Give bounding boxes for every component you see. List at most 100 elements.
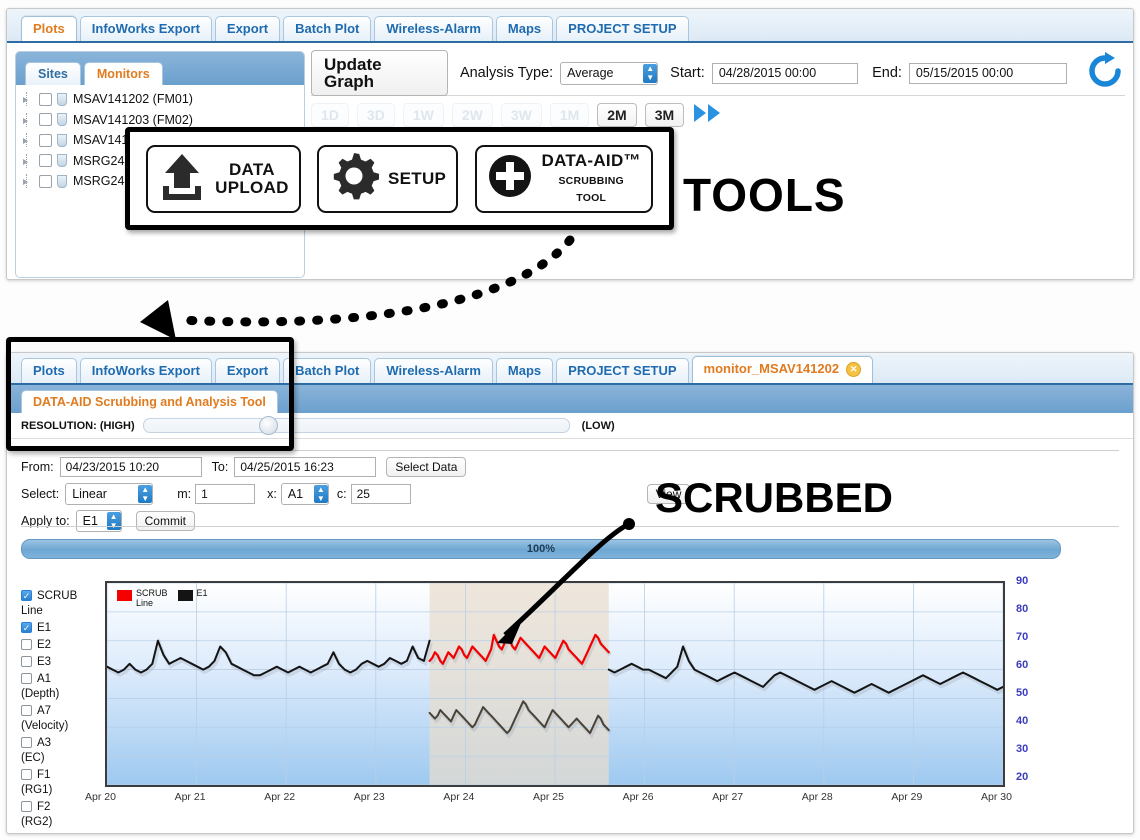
x-variable-dropdown[interactable]: A1 ▲ ▼ xyxy=(280,482,329,505)
x-tick-label: Apr 28 xyxy=(801,791,833,803)
start-date-input[interactable]: 04/28/2015 00:00 xyxy=(711,62,859,84)
progress-label: 100% xyxy=(526,543,556,555)
legend-label: SCRUB Line xyxy=(136,588,168,608)
series-checkbox[interactable] xyxy=(21,673,32,684)
select-data-button[interactable]: Select Data xyxy=(386,456,467,477)
series-row[interactable]: ✓ E1 xyxy=(21,619,105,636)
tab-project-setup[interactable]: PROJECT SETUP xyxy=(556,16,689,41)
series-checkbox[interactable] xyxy=(21,801,32,812)
series-checkbox[interactable]: ✓ xyxy=(21,622,32,633)
legend-swatch xyxy=(117,590,132,601)
series-label: E3 xyxy=(37,655,52,668)
series-checkbox[interactable]: ✓ xyxy=(21,590,32,601)
sidebar-tab-monitors[interactable]: Monitors xyxy=(83,61,163,85)
monitor-checkbox[interactable] xyxy=(39,113,52,127)
legend-swatch xyxy=(177,590,193,601)
select-label: Select: xyxy=(21,486,60,501)
series-row[interactable]: A1 xyxy=(21,670,105,687)
data-upload-tool-button[interactable]: DATA UPLOAD xyxy=(146,144,301,213)
to-input[interactable]: 04/25/2015 16:23 xyxy=(234,456,377,477)
tab-maps[interactable]: Maps xyxy=(495,16,554,41)
commit-button[interactable]: Commit xyxy=(135,510,195,531)
monitor-label: MSAV141202 (FM01) xyxy=(73,92,193,107)
series-checkbox[interactable] xyxy=(21,639,32,650)
tab-project-setup[interactable]: PROJECT SETUP xyxy=(556,358,689,383)
sidebar-tab-sites[interactable]: Sites xyxy=(25,61,81,85)
m-label: m: xyxy=(177,486,192,501)
monitor-checkbox[interactable] xyxy=(39,133,52,147)
expand-triangle-icon[interactable] xyxy=(22,92,37,107)
double-chevron-right-icon[interactable] xyxy=(692,101,726,130)
close-icon[interactable]: ✕ xyxy=(846,362,862,377)
x-variable-value: A1 xyxy=(287,486,304,501)
series-checkbox[interactable] xyxy=(21,769,32,780)
chevron-up-down-icon: ▲ ▼ xyxy=(643,63,658,83)
from-input[interactable]: 04/23/2015 10:20 xyxy=(59,456,202,477)
tab-batch-plot[interactable]: Batch Plot xyxy=(283,358,372,383)
expand-triangle-icon[interactable] xyxy=(22,174,37,189)
analysis-type-select[interactable]: Average ▲ ▼ xyxy=(560,61,659,85)
c-input[interactable]: 25 xyxy=(350,483,411,504)
expand-triangle-icon[interactable] xyxy=(22,133,37,148)
series-row[interactable]: F1 xyxy=(21,766,105,783)
x-tick-label: Apr 20 xyxy=(85,791,116,803)
series-checkbox[interactable] xyxy=(21,705,32,716)
monitor-tree-item[interactable]: MSAV141202 (FM01) xyxy=(22,89,304,110)
time-series-chart[interactable]: SCRUB Line E1 xyxy=(105,581,1005,787)
m-input[interactable]: 1 xyxy=(195,483,256,504)
range-button-1d[interactable]: 1D xyxy=(311,103,349,127)
select-type-dropdown[interactable]: Linear ▲ ▼ xyxy=(65,482,154,505)
chevron-up-down-icon: ▲ ▼ xyxy=(138,484,153,503)
x-tick-label: Apr 24 xyxy=(443,791,475,803)
x-tick-label: Apr 30 xyxy=(981,791,1012,803)
monitor-checkbox[interactable] xyxy=(39,92,52,106)
range-button-2m[interactable]: 2M xyxy=(597,103,637,127)
range-button-3w[interactable]: 3W xyxy=(500,103,542,127)
end-date-input[interactable]: 05/15/2015 00:00 xyxy=(908,62,1068,84)
monitor-checkbox[interactable] xyxy=(39,154,52,168)
series-row[interactable]: E3 xyxy=(21,653,105,670)
series-row[interactable]: A7 xyxy=(21,702,105,719)
tab-label: PROJECT SETUP xyxy=(568,363,677,378)
series-row[interactable]: ✓ SCRUB xyxy=(21,587,105,604)
expand-triangle-icon[interactable] xyxy=(22,112,37,127)
tab-monitor-msav141202[interactable]: monitor_MSAV141202 ✕ xyxy=(691,355,874,383)
setup-tool-button[interactable]: SETUP xyxy=(317,144,459,213)
scrubbed-highlight-region xyxy=(429,583,609,785)
monitor-checkbox[interactable] xyxy=(39,174,52,188)
series-label: F1 xyxy=(37,768,51,781)
range-button-3m[interactable]: 3M xyxy=(644,103,685,127)
tab-label: Batch Plot xyxy=(295,363,360,378)
refresh-icon[interactable] xyxy=(1085,51,1125,96)
range-button-1m[interactable]: 1M xyxy=(549,103,590,127)
series-row[interactable]: E2 xyxy=(21,636,105,653)
series-caption: (Depth) xyxy=(21,688,60,700)
series-checkbox[interactable] xyxy=(21,737,32,748)
data-aid-label: DATA-AID™ SCRUBBING TOOL xyxy=(541,150,641,205)
update-graph-button[interactable]: Update Graph xyxy=(311,50,448,96)
range-button-1w[interactable]: 1W xyxy=(402,103,444,127)
y-tick-label: 20 xyxy=(1016,771,1029,783)
series-caption: (Velocity) xyxy=(21,720,69,732)
tab-wireless-alarm[interactable]: Wireless-Alarm xyxy=(374,16,493,41)
c-label: c: xyxy=(336,486,347,501)
tab-infoworks-export[interactable]: InfoWorks Export xyxy=(79,16,212,41)
tab-maps[interactable]: Maps xyxy=(495,358,554,383)
form-divider-bottom xyxy=(21,526,1119,527)
apply-to-dropdown[interactable]: E1 ▲ ▼ xyxy=(75,509,122,532)
range-button-3d[interactable]: 3D xyxy=(356,103,395,127)
tab-export[interactable]: Export xyxy=(214,16,281,41)
series-checkbox[interactable] xyxy=(21,656,32,667)
range-button-2w[interactable]: 2W xyxy=(451,103,493,127)
progress-bar: 100% xyxy=(21,539,1061,559)
series-row[interactable]: A3 xyxy=(21,734,105,751)
tab-wireless-alarm[interactable]: Wireless-Alarm xyxy=(374,358,493,383)
data-aid-scrubbing-tool-button[interactable]: DATA-AID™ SCRUBBING TOOL xyxy=(474,144,653,213)
expand-triangle-icon[interactable] xyxy=(22,153,37,168)
tab-batch-plot[interactable]: Batch Plot xyxy=(283,16,372,41)
y-tick-label: 70 xyxy=(1016,631,1029,643)
tab-label: InfoWorks Export xyxy=(91,21,200,36)
tab-label: monitor_MSAV141202 xyxy=(703,360,840,376)
tab-plots[interactable]: Plots xyxy=(21,16,77,41)
tools-callout-box: DATA UPLOAD SETUP DATA-AID™ SCRUBBING TO… xyxy=(125,127,674,230)
